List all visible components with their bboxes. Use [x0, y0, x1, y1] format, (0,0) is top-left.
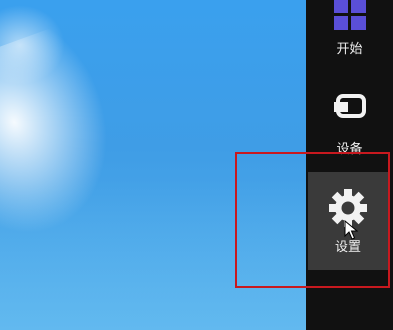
devices-charm[interactable]: 设备	[306, 88, 393, 158]
red-highlight-box	[235, 152, 390, 288]
start-charm-label: 开始	[336, 42, 363, 57]
devices-icon	[332, 94, 368, 120]
windows-start-icon	[332, 0, 368, 32]
start-charm[interactable]: 开始	[306, 0, 393, 70]
